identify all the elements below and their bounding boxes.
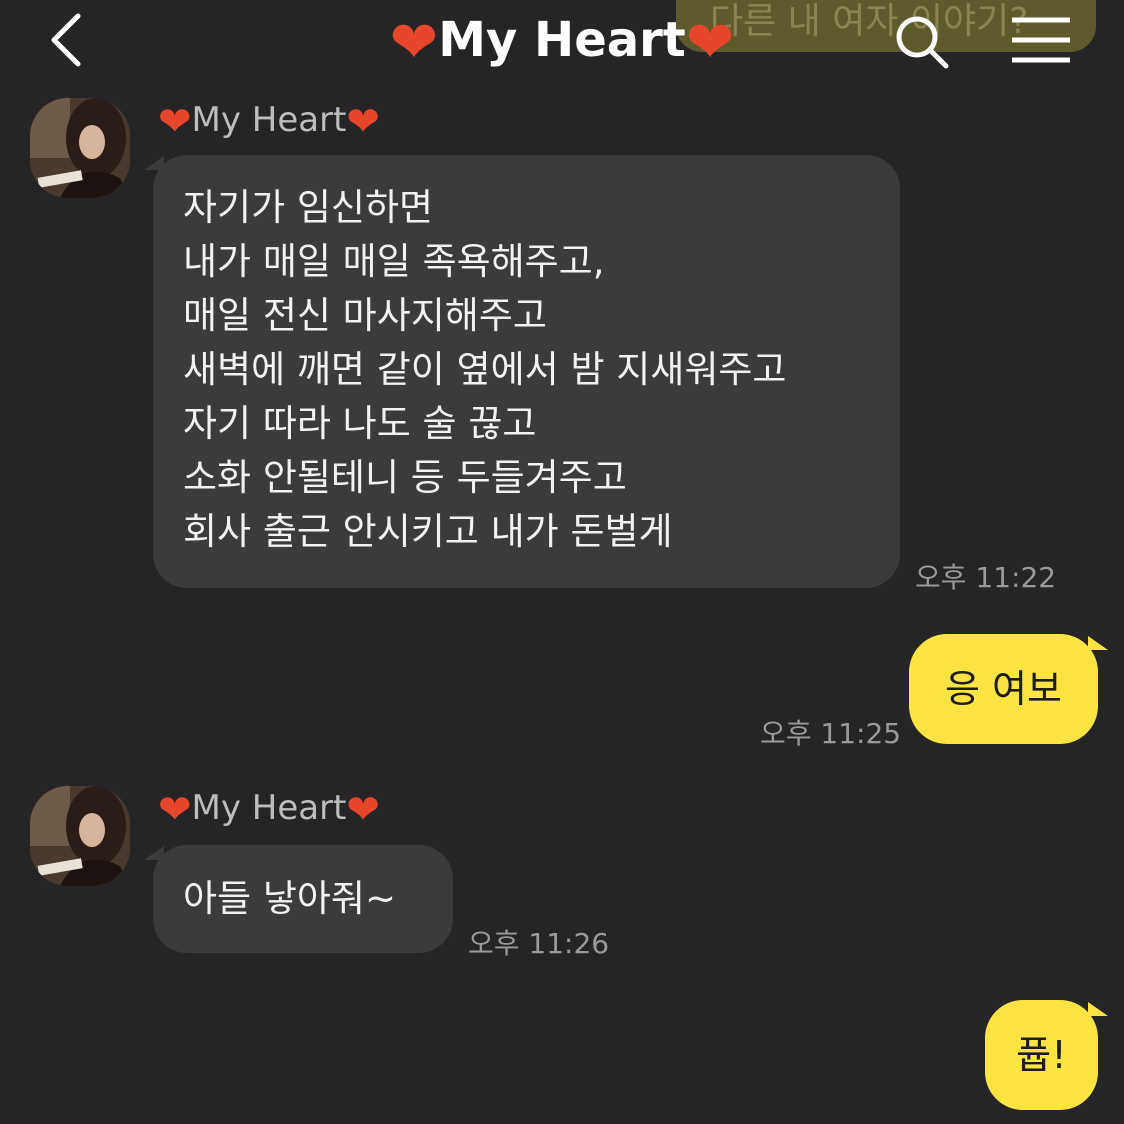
heart-icon: ❤ <box>158 787 192 833</box>
heart-icon: ❤ <box>685 8 735 76</box>
message-bubble-outgoing[interactable]: 응 여보 <box>909 634 1098 744</box>
sender-name: ❤My Heart❤ <box>158 787 380 833</box>
profile-photo <box>30 98 130 198</box>
heart-icon: ❤ <box>389 8 439 76</box>
message-text: 아들 낳아줘~ <box>183 877 396 920</box>
avatar[interactable] <box>30 786 130 886</box>
message-text: 응 여보 <box>945 667 1062 711</box>
chat-header: 다른 내 여자 이야기? ❤My Heart❤ <box>0 0 1124 84</box>
bubble-tail <box>1088 636 1108 650</box>
chat-title-text: My Heart <box>438 12 686 68</box>
message-text: 자기가 임신하면 내가 매일 매일 족욕해주고, 매일 전신 마사지해주고 새벽… <box>183 186 787 553</box>
heart-icon: ❤ <box>158 99 192 145</box>
message-bubble-outgoing[interactable]: 퓹! <box>985 1000 1098 1110</box>
chat-title: ❤My Heart❤ <box>0 8 1124 74</box>
search-icon <box>896 16 949 69</box>
search-button[interactable] <box>890 10 954 74</box>
hamburger-menu-icon <box>1012 17 1070 63</box>
message-timestamp: 오후 11:22 <box>915 561 1057 594</box>
menu-button[interactable] <box>1006 12 1076 68</box>
message-bubble-incoming[interactable]: 아들 낳아줘~ <box>153 845 453 953</box>
message-bubble-incoming[interactable]: 자기가 임신하면 내가 매일 매일 족욕해주고, 매일 전신 마사지해주고 새벽… <box>153 155 900 588</box>
heart-icon: ❤ <box>346 99 380 145</box>
bubble-tail <box>1088 1002 1108 1016</box>
message-timestamp: 오후 11:25 <box>760 717 902 750</box>
profile-photo <box>30 786 130 886</box>
message-timestamp: 오후 11:26 <box>468 927 610 960</box>
avatar[interactable] <box>30 98 130 198</box>
message-text: 퓹! <box>1016 1033 1067 1077</box>
sender-name: ❤My Heart❤ <box>158 99 380 145</box>
heart-icon: ❤ <box>346 787 380 833</box>
